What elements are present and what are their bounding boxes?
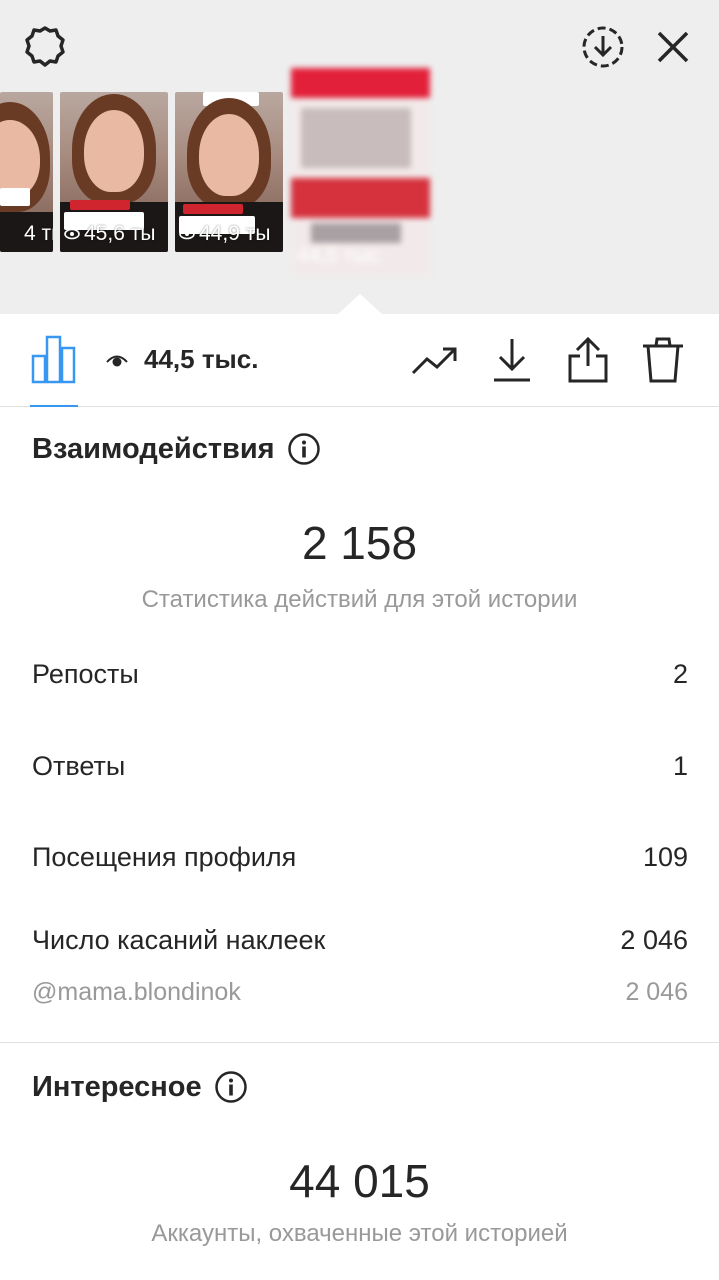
- sticker-label: @mama.blondinok: [32, 978, 241, 1006]
- eye-icon: [106, 355, 128, 366]
- story-view-count: 44,5 тыс.: [106, 344, 258, 375]
- stat-value: 2 046: [620, 925, 688, 955]
- discovery-title: Интересное: [32, 1070, 202, 1103]
- trending-icon[interactable]: [410, 336, 460, 384]
- thumbnail-views: 4 ты: [24, 222, 53, 245]
- eye-icon: [64, 228, 80, 240]
- bar-chart-icon[interactable]: [30, 334, 78, 384]
- thumbnail-views: 45,6 ты: [84, 222, 156, 245]
- thumbnail-views: 44,5 тыс.: [297, 244, 385, 267]
- stat-row-reposts: Репосты 2: [32, 659, 688, 690]
- stat-label: Ответы: [32, 751, 126, 781]
- selection-pointer: [338, 294, 382, 314]
- discovery-total: 44 015: [289, 1155, 430, 1207]
- save-story-icon[interactable]: [578, 22, 628, 72]
- section-divider: [0, 1042, 719, 1043]
- eye-icon: [179, 228, 195, 240]
- selected-story-thumbnail[interactable]: 44,5 тыс.: [291, 68, 430, 276]
- download-icon[interactable]: [487, 336, 537, 384]
- trash-icon[interactable]: [638, 336, 688, 384]
- stat-value: 2: [672, 659, 688, 689]
- stat-label: Число касаний наклеек: [32, 925, 326, 955]
- stat-value: 109: [642, 842, 688, 872]
- discovery-heading: Интересное: [32, 1070, 248, 1104]
- stat-label: Репосты: [32, 659, 139, 689]
- interactions-heading: Взаимодействия: [32, 432, 321, 466]
- stat-row-sticker-taps: Число касаний наклеек 2 046: [32, 925, 688, 956]
- story-thumbnail[interactable]: 44,9 ты: [175, 92, 283, 252]
- sticker-value: 2 046: [625, 978, 688, 1006]
- share-icon[interactable]: [563, 336, 613, 384]
- info-icon[interactable]: [287, 432, 321, 466]
- eye-icon: [4, 228, 20, 240]
- interactions-title: Взаимодействия: [32, 432, 275, 465]
- story-toolbar: 44,5 тыс.: [0, 314, 719, 407]
- story-carousel-area: 4 ты 45,6 ты 44,9 ты 44,5 тыс.: [0, 0, 719, 314]
- stat-label: Посещения профиля: [32, 842, 297, 872]
- stat-row-profile-visits: Посещения профиля 109: [32, 842, 688, 873]
- story-thumbnail[interactable]: 45,6 ты: [60, 92, 168, 252]
- stat-row-sticker-mention: @mama.blondinok 2 046: [32, 978, 688, 1007]
- active-tab-indicator: [30, 405, 78, 407]
- close-icon[interactable]: [648, 22, 698, 72]
- story-thumbnail[interactable]: 4 ты: [0, 92, 53, 252]
- settings-icon[interactable]: [20, 22, 70, 72]
- stat-row-replies: Ответы 1: [32, 751, 688, 782]
- interactions-caption: Статистика действий для этой истории: [141, 586, 578, 613]
- view-count-label: 44,5 тыс.: [144, 344, 259, 374]
- info-icon[interactable]: [214, 1070, 248, 1104]
- stat-value: 1: [672, 751, 688, 781]
- interactions-total: 2 158: [301, 517, 418, 569]
- discovery-caption: Аккаунты, охваченные этой историей: [151, 1220, 568, 1247]
- thumbnail-views: 44,9 ты: [199, 222, 271, 245]
